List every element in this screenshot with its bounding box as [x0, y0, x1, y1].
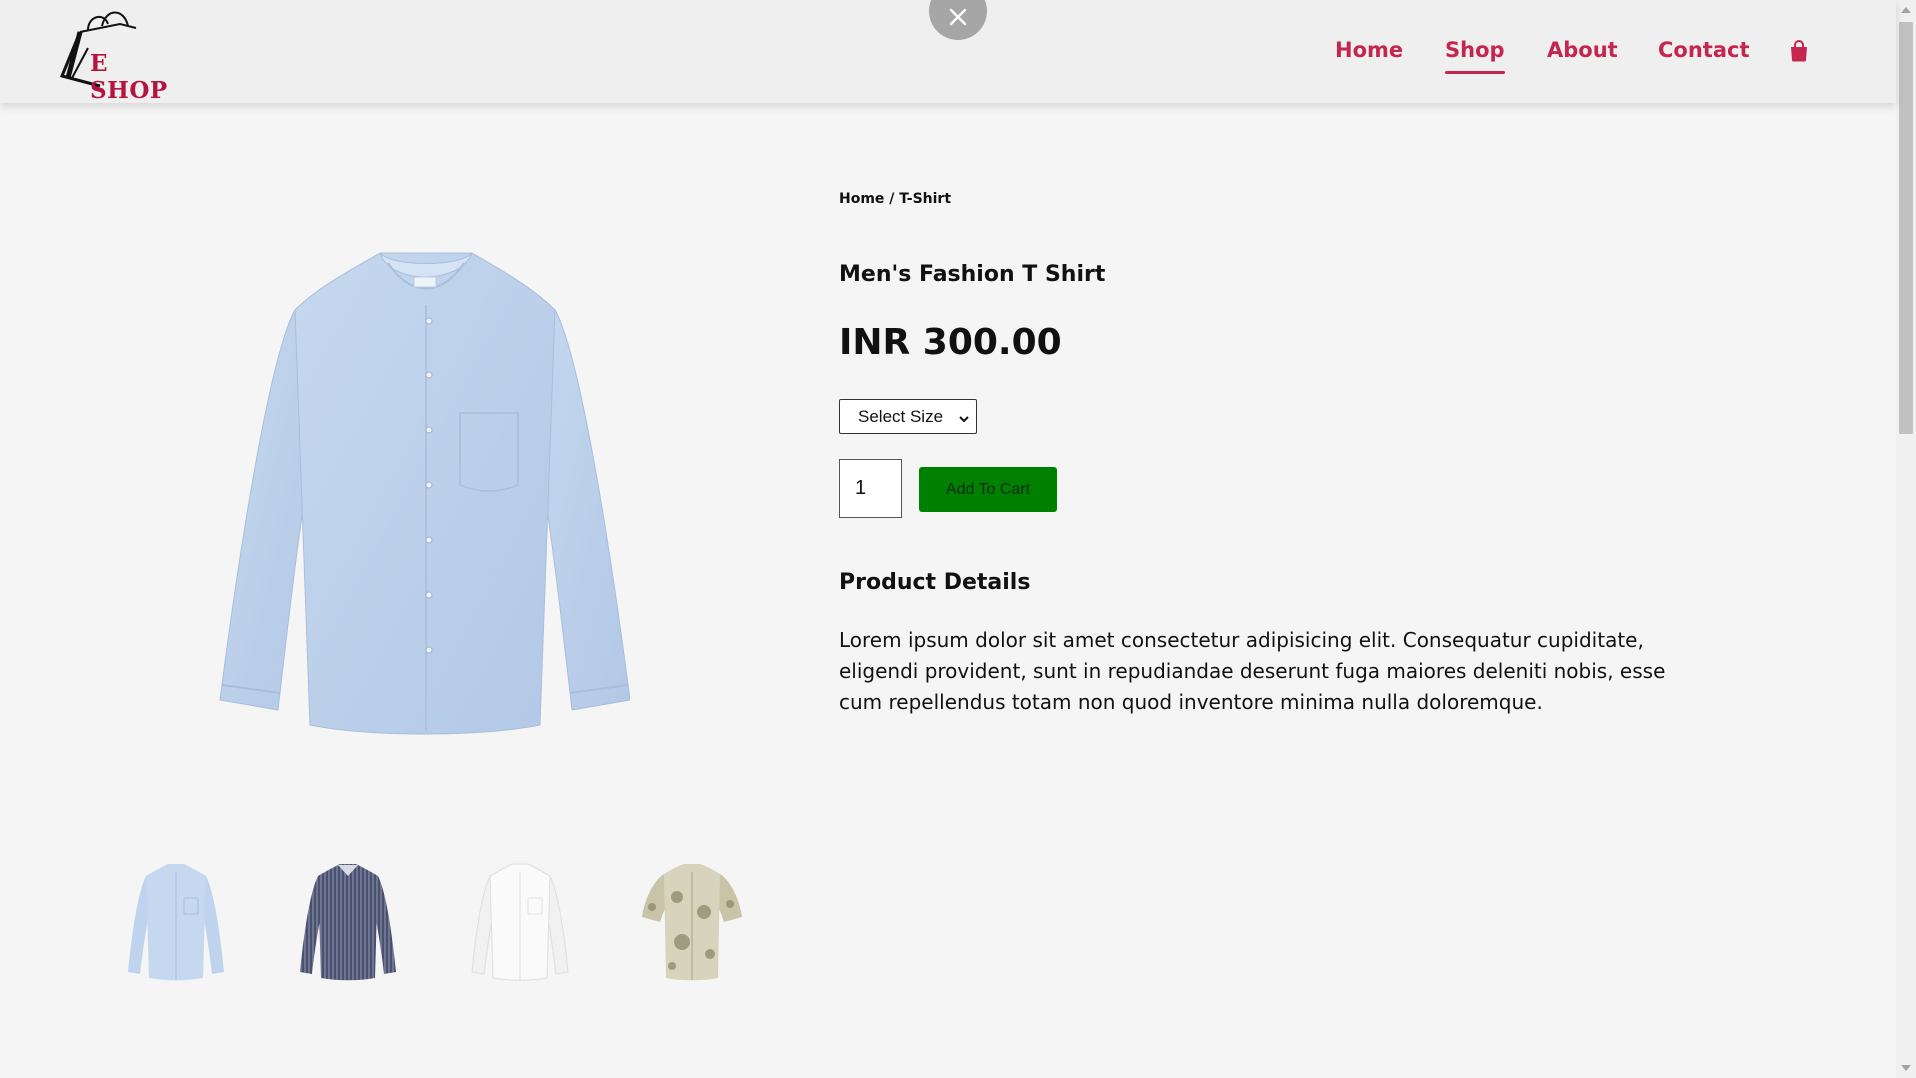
product-title: Men's Fashion T Shirt: [839, 262, 1106, 287]
scroll-down-arrow-icon[interactable]: [1901, 1065, 1911, 1071]
add-to-cart-button[interactable]: Add To Cart: [919, 467, 1057, 512]
nav-about[interactable]: About: [1547, 38, 1618, 62]
thumbnail-floral-print-shirt[interactable]: [642, 862, 742, 982]
scroll-up-arrow-icon[interactable]: [1901, 7, 1911, 13]
product-details-text: Lorem ipsum dolor sit amet consectetur a…: [839, 628, 1666, 714]
main-product-image: [210, 245, 631, 745]
scroll-thumb[interactable]: [1899, 22, 1913, 434]
nav-shop[interactable]: Shop: [1445, 38, 1505, 74]
quantity-input[interactable]: 1: [839, 459, 902, 518]
nav-contact[interactable]: Contact: [1658, 38, 1750, 62]
product-price: INR 300.00: [839, 322, 1062, 363]
shopping-bag-icon[interactable]: [1789, 40, 1809, 66]
chevron-down-icon: [958, 410, 970, 430]
size-select[interactable]: Select Size: [839, 399, 977, 434]
logo[interactable]: E SHOP: [58, 8, 176, 104]
thumbnail-striped-navy-shirt[interactable]: [298, 862, 398, 982]
thumbnail-white-shirt[interactable]: [470, 862, 570, 982]
logo-text: E SHOP: [90, 50, 168, 104]
nav-home[interactable]: Home: [1335, 38, 1403, 62]
close-icon: [949, 8, 967, 26]
product-details-heading: Product Details: [839, 570, 1031, 595]
thumbnail-light-blue-shirt[interactable]: [126, 862, 226, 982]
page-scrollbar[interactable]: [1896, 0, 1916, 1078]
breadcrumb[interactable]: Home / T-Shirt: [839, 191, 951, 207]
size-select-value: Select Size: [858, 406, 944, 426]
